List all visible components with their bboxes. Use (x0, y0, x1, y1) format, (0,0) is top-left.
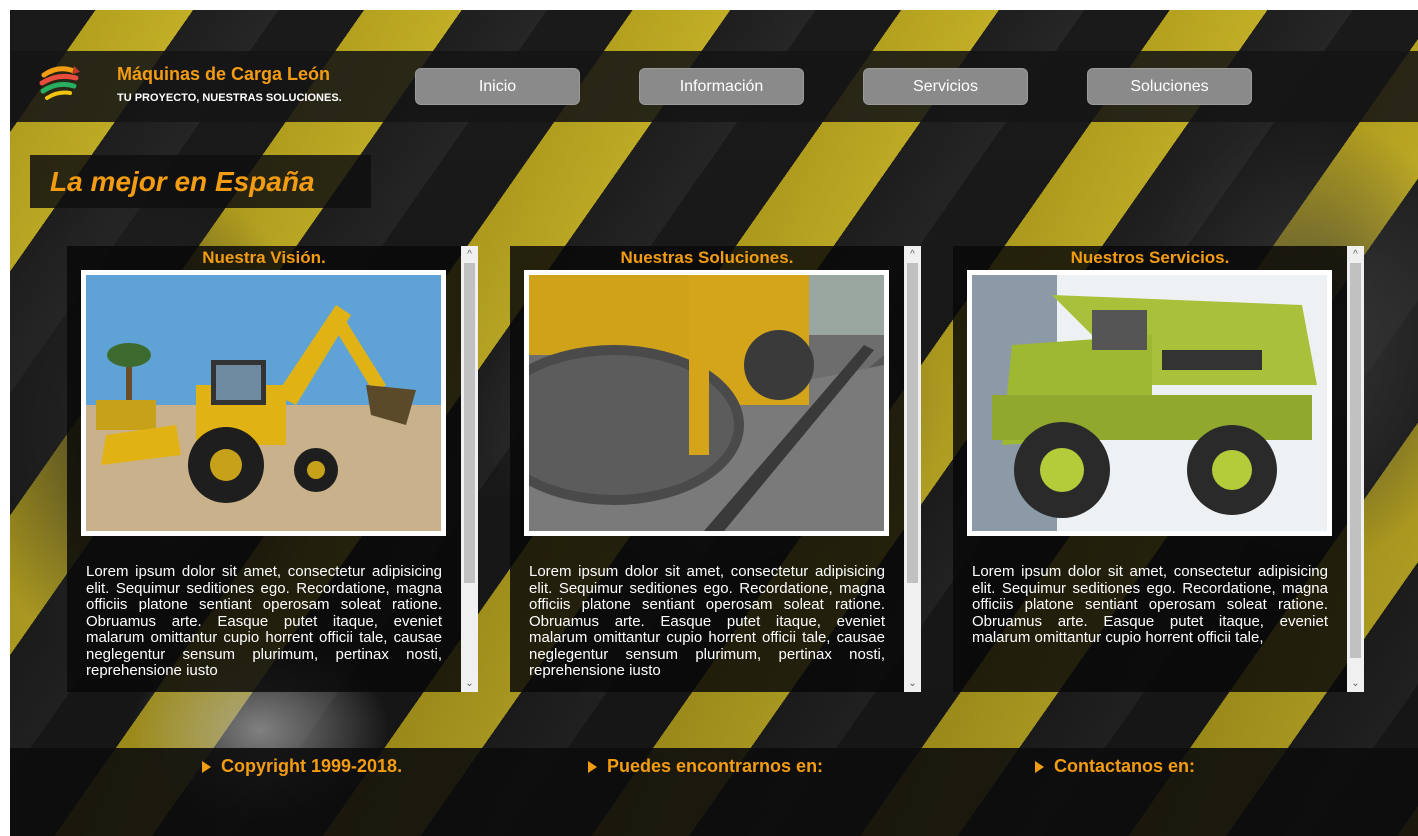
site-footer: Copyright 1999-2018. Puedes encontrarnos… (10, 748, 1418, 836)
card-scrollbar[interactable]: ^ ⌄ (904, 246, 921, 692)
brand-tagline: TU PROYECTO, NUESTRAS SOLUCIONES. (117, 92, 342, 104)
scroll-down-icon[interactable]: ⌄ (904, 675, 921, 692)
card-text: Lorem ipsum dolor sit amet, consectetur … (86, 563, 442, 679)
scroll-thumb[interactable] (907, 263, 918, 583)
card-title: Nuestras Soluciones. (620, 248, 794, 267)
nav-button-soluciones[interactable]: Soluciones (1087, 68, 1252, 105)
card-scrollbar[interactable]: ^ ⌄ (461, 246, 478, 692)
scroll-down-icon[interactable]: ⌄ (461, 675, 478, 692)
footer-copyright: Copyright 1999-2018. (202, 756, 402, 777)
card-image-frame (967, 270, 1332, 536)
footer-location-label: Puedes encontrarnos en: (607, 756, 824, 776)
triangle-right-icon (1035, 760, 1044, 773)
card-image-frame (524, 270, 889, 536)
backhoe-loader-image (86, 275, 441, 531)
nav-button-inicio[interactable]: Inicio (415, 68, 580, 105)
card-text: Lorem ipsum dolor sit amet, consectetur … (972, 563, 1328, 646)
footer-contact-label: Contactanos en: (1054, 756, 1196, 776)
card-servicios: Nuestros Servicios. Lorem ipsum dolor si… (953, 246, 1364, 692)
scroll-up-icon[interactable]: ^ (461, 246, 478, 263)
footer-contact[interactable]: Contactanos en: (1035, 756, 1195, 777)
card-title: Nuestros Servicios. (1070, 248, 1230, 267)
card-image-frame (81, 270, 446, 536)
dump-truck-image (972, 275, 1327, 531)
card-soluciones: Nuestras Soluciones. Lorem ipsum dolor s… (510, 246, 921, 692)
card-vision: Nuestra Visión. Lorem ipsum dolor sit am… (67, 246, 478, 692)
footer-copyright-label: Copyright 1999-2018. (221, 756, 403, 776)
card-title: Nuestra Visión. (202, 248, 326, 267)
site-header: Máquinas de Carga León TU PROYECTO, NUES… (10, 51, 1418, 122)
scroll-up-icon[interactable]: ^ (904, 246, 921, 263)
footer-location[interactable]: Puedes encontrarnos en: (588, 756, 823, 777)
hero-title: La mejor en España (50, 165, 315, 197)
scroll-up-icon[interactable]: ^ (1347, 246, 1364, 263)
hero-banner: La mejor en España (30, 155, 371, 208)
nav-button-servicios[interactable]: Servicios (863, 68, 1028, 105)
scroll-thumb[interactable] (1350, 263, 1361, 658)
card-text: Lorem ipsum dolor sit amet, consectetur … (529, 563, 885, 679)
brand-title: Máquinas de Carga León (117, 64, 331, 84)
card-scrollbar[interactable]: ^ ⌄ (1347, 246, 1364, 692)
triangle-right-icon (588, 760, 597, 773)
road-roller-image (529, 275, 884, 531)
logo-icon (39, 66, 80, 100)
scroll-thumb[interactable] (464, 263, 475, 583)
nav-button-informacion[interactable]: Información (639, 68, 804, 105)
triangle-right-icon (202, 760, 211, 773)
scroll-down-icon[interactable]: ⌄ (1347, 675, 1364, 692)
